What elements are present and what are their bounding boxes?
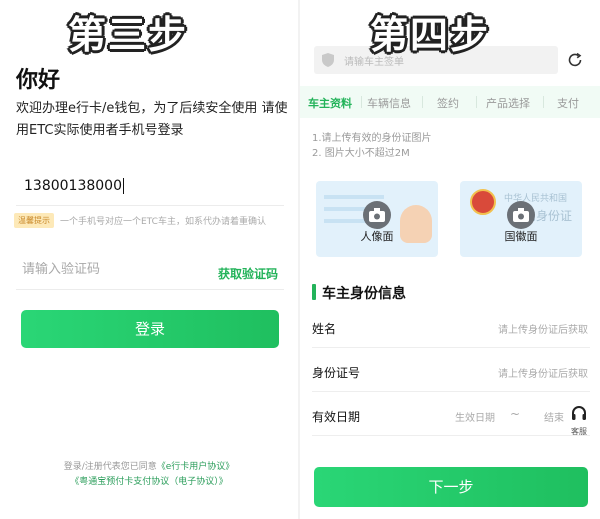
tab-owner-info[interactable]: 车主资料 [308,95,352,111]
user-agreement-link[interactable]: 《e行卡用户协议》 [157,462,235,472]
tab-product-select[interactable]: 产品选择 [486,95,530,111]
verification-code-input[interactable] [22,262,192,277]
upload-note: 2. 图片大小不超过2M [312,148,410,159]
next-button[interactable]: 下一步 [314,467,588,507]
get-code-button[interactable]: 获取验证码 [218,265,278,282]
card-back-label: 国徽面 [504,230,538,243]
section-accent-bar [312,284,316,300]
upload-note: 1.请上传有效的身份证图片 [312,133,432,144]
agreement-text: 登录/注册代表您已同意《e行卡用户协议》 《粤通宝预付卡支付协议（电子协议）》 [0,460,298,490]
camera-icon [363,201,391,229]
name-label: 姓名 [312,322,337,336]
welcome-text: 欢迎办理e行卡/e钱包，为了后续安全使用 请使用ETC实际使用者手机号登录 [16,101,288,138]
agreement-prefix: 登录/注册代表您已同意 [63,462,157,472]
id-number-label: 身份证号 [312,366,361,380]
verification-code-field: 获取验证码 [16,252,284,290]
step-tabs: 车主资料 车辆信息 签约 产品选择 支付 [300,86,600,118]
validity-row: 有效日期 生效日期 ~ 结束 [312,396,590,436]
card-front-label: 人像面 [360,230,394,243]
tab-separator [361,96,362,108]
login-screen: 第三步 你好 欢迎办理e行卡/e钱包，为了后续安全使用 请使用ETC实际使用者手… [0,0,298,519]
owner-info-screen: 第四步 请输车主签单 车主资料 车辆信息 签约 产品选择 支付 1.请上传有效的… [300,0,600,519]
text-caret [122,178,124,194]
customer-service-label: 客服 [571,427,587,436]
id-card-front-upload[interactable]: 人像面 [316,181,438,257]
customer-service-button[interactable]: 客服 [568,405,590,437]
national-emblem-icon [470,189,496,215]
validity-label: 有效日期 [312,410,361,424]
card-decoration [324,195,384,199]
camera-icon [507,201,535,229]
greeting: 你好 [16,68,61,93]
tab-payment[interactable]: 支付 [557,95,579,111]
tab-vehicle-info[interactable]: 车辆信息 [367,95,411,111]
card-decoration [324,207,368,211]
step-title: 第四步 [370,13,491,57]
tab-separator [543,96,544,108]
tip-badge: 温馨提示 [14,213,54,228]
shield-icon [322,53,334,67]
name-row[interactable]: 姓名 请上传身份证后获取 [312,308,590,348]
validity-end-input[interactable]: 结束 [544,409,564,424]
headset-icon [572,406,586,420]
step-title: 第三步 [68,13,189,57]
tab-sign[interactable]: 签约 [437,95,459,111]
tab-separator [422,96,423,108]
name-hint: 请上传身份证后获取 [498,325,588,336]
tip-row: 温馨提示 一个手机号对应一个ETC车主，如系代办请着重确认 [14,213,290,229]
phone-number-text: 13800138000 [24,178,122,194]
login-button[interactable]: 登录 [21,310,279,348]
refresh-icon[interactable] [566,51,584,69]
payment-agreement-link[interactable]: 《粤通宝预付卡支付协议（电子协议）》 [0,475,298,490]
upload-notes: 1.请上传有效的身份证图片 2. 图片大小不超过2M [312,131,432,161]
section-title: 车主身份信息 [322,286,406,302]
validity-separator: ~ [510,407,521,421]
validity-start-input[interactable]: 生效日期 [455,409,495,424]
phone-field[interactable]: 13800138000 [16,168,284,206]
tab-separator [476,96,477,108]
id-card-back-upload[interactable]: 中华人民共和国 居民身份证 国徽面 [460,181,582,257]
agreement-line-1: 登录/注册代表您已同意《e行卡用户协议》 [0,460,298,475]
id-number-row[interactable]: 身份证号 请上传身份证后获取 [312,352,590,392]
tip-text: 一个手机号对应一个ETC车主，如系代办请着重确认 [60,217,266,227]
phone-value[interactable]: 13800138000 [24,178,124,194]
id-number-hint: 请上传身份证后获取 [498,369,588,380]
